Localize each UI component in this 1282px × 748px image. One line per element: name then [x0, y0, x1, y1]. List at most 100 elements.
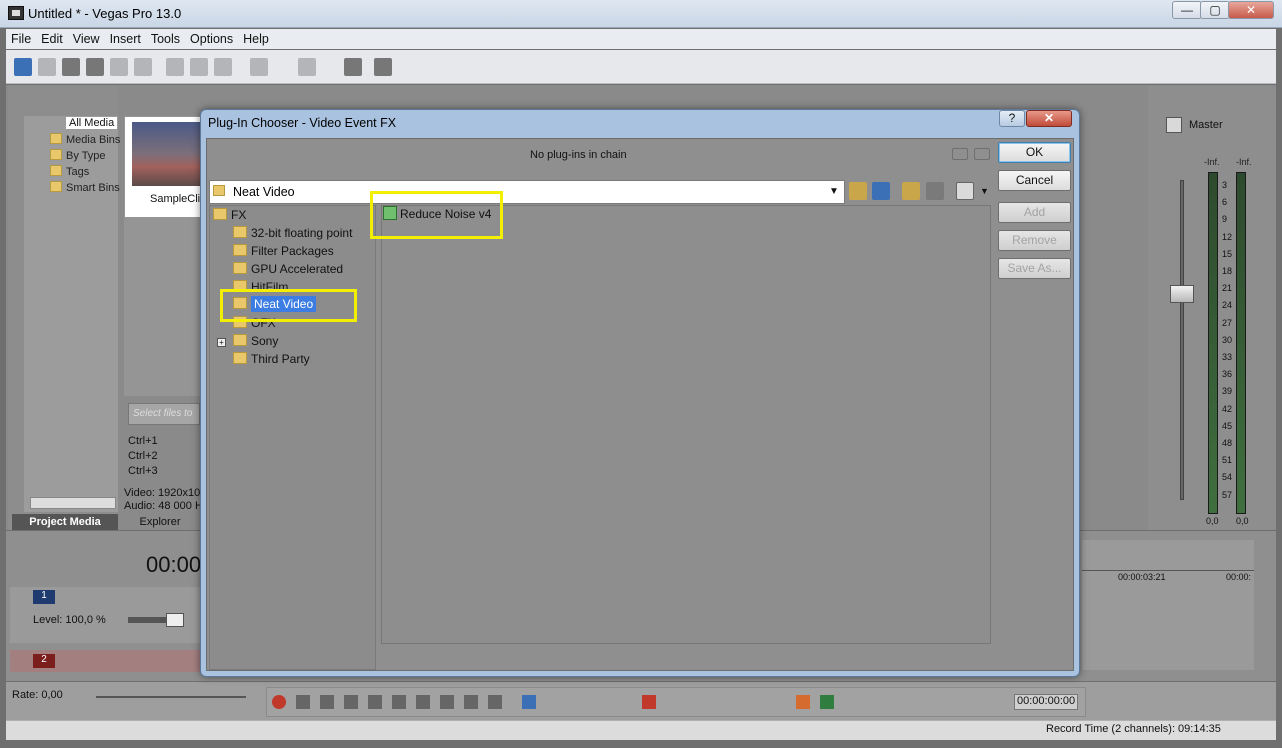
chain-move-right-icon[interactable] — [974, 148, 990, 160]
meter-tick-label: 21 — [1222, 283, 1233, 294]
undo-icon[interactable] — [250, 58, 268, 76]
folder-icon — [233, 352, 247, 364]
ok-button[interactable]: OK — [998, 142, 1071, 163]
shortcut-label: Ctrl+2 — [128, 450, 158, 462]
remove-button[interactable]: Remove — [998, 230, 1071, 251]
chevron-down-icon[interactable]: ▼ — [980, 186, 989, 196]
paste-icon[interactable] — [214, 58, 232, 76]
next-frame-icon[interactable] — [488, 695, 502, 709]
rate-slider[interactable] — [96, 696, 246, 698]
maximize-button[interactable]: ▢ — [1200, 1, 1230, 19]
meter-tick-label: 51 — [1222, 455, 1233, 466]
tree-item-fx[interactable]: FX — [213, 208, 246, 222]
media-tree-tags[interactable]: Tags — [50, 165, 89, 178]
stop-icon[interactable] — [392, 695, 406, 709]
folder-icon — [50, 165, 62, 176]
menu-tools[interactable]: Tools — [146, 29, 185, 49]
play-from-start-icon[interactable] — [320, 695, 334, 709]
folder-icon — [213, 185, 225, 196]
meter-tick-label: 12 — [1222, 231, 1233, 242]
dialog-close-button[interactable]: ✕ — [1026, 110, 1072, 127]
render-icon[interactable] — [110, 58, 128, 76]
minimize-button[interactable]: — — [1172, 1, 1202, 19]
cut-icon[interactable] — [166, 58, 184, 76]
tree-item-third-party[interactable]: Third Party — [233, 352, 310, 366]
view-icon[interactable] — [956, 182, 974, 200]
properties-icon[interactable] — [134, 58, 152, 76]
menu-file[interactable]: File — [6, 29, 36, 49]
copy-icon[interactable] — [190, 58, 208, 76]
normal-edit-tool-icon[interactable] — [522, 695, 536, 709]
meter-tick-label: 54 — [1222, 472, 1233, 483]
neat-video-highlight — [220, 289, 357, 322]
envelope-icon[interactable] — [344, 58, 362, 76]
master-bus-icon[interactable] — [1166, 117, 1182, 133]
horizontal-scrollbar[interactable] — [30, 497, 116, 509]
tree-item-filter-packages[interactable]: Filter Packages — [233, 244, 334, 258]
save-as-button[interactable]: Save As... — [998, 258, 1071, 279]
refresh-icon[interactable] — [872, 182, 890, 200]
media-tree-smart-bins[interactable]: Smart Bins — [50, 181, 120, 194]
play-icon[interactable] — [344, 695, 358, 709]
expand-icon[interactable]: + — [217, 338, 226, 347]
loop-icon[interactable] — [296, 695, 310, 709]
track-number: 2 — [33, 654, 55, 668]
peak-right: -Inf. — [1236, 157, 1252, 167]
meter-value-left: 0,0 — [1206, 516, 1219, 526]
media-search-input[interactable]: Select files to — [128, 403, 200, 425]
ruler-label: 00:00:03:21 — [1118, 572, 1166, 582]
tab-explorer[interactable]: Explorer — [120, 514, 200, 530]
cancel-button[interactable]: Cancel — [998, 170, 1071, 191]
new-folder-icon[interactable] — [902, 182, 920, 200]
folder-combo-box[interactable] — [209, 180, 845, 204]
meter-tick-label: 27 — [1222, 317, 1233, 328]
pause-icon[interactable] — [368, 695, 382, 709]
tree-item-32bit[interactable]: 32-bit floating point — [233, 226, 352, 240]
media-tree-bins[interactable]: Media Bins — [50, 133, 120, 146]
previous-frame-icon[interactable] — [464, 695, 478, 709]
tab-project-media[interactable]: Project Media — [12, 514, 118, 530]
meter-value-right: 0,0 — [1236, 516, 1249, 526]
save-icon[interactable] — [62, 58, 80, 76]
media-tree-by-type[interactable]: By Type — [50, 149, 106, 162]
whats-this-icon[interactable] — [374, 58, 392, 76]
delete-icon[interactable] — [642, 695, 656, 709]
meter-tick-label: 48 — [1222, 438, 1233, 448]
open-icon[interactable] — [38, 58, 56, 76]
menu-edit[interactable]: Edit — [36, 29, 68, 49]
up-folder-icon[interactable] — [849, 182, 867, 200]
tree-item-sony[interactable]: Sony — [233, 334, 278, 348]
shortcut-label: Ctrl+3 — [128, 465, 158, 477]
folder-icon — [50, 181, 62, 192]
meter-tick-label: 30 — [1222, 334, 1233, 345]
menu-view[interactable]: View — [68, 29, 105, 49]
dialog-help-button[interactable]: ? — [999, 110, 1025, 127]
window-close-button[interactable]: ✕ — [1228, 1, 1274, 19]
tree-item-label: Filter Packages — [251, 244, 334, 258]
master-fader-handle[interactable] — [1170, 285, 1194, 303]
track-level-knob[interactable] — [166, 613, 184, 627]
delete-icon[interactable] — [926, 182, 944, 200]
chain-move-left-icon[interactable] — [952, 148, 968, 160]
meter-tick-label: 57 — [1222, 489, 1233, 500]
save-as-icon[interactable] — [86, 58, 104, 76]
go-to-start-icon[interactable] — [416, 695, 430, 709]
folder-icon — [50, 149, 62, 160]
region-icon[interactable] — [820, 695, 834, 709]
menu-help[interactable]: Help — [238, 29, 274, 49]
menu-insert[interactable]: Insert — [105, 29, 146, 49]
meter-right — [1236, 172, 1246, 514]
record-time-status: Record Time (2 channels): 09:14:35 — [1046, 723, 1221, 735]
redo-icon[interactable] — [298, 58, 316, 76]
folder-combo-value: Neat Video — [233, 185, 295, 199]
menu-options[interactable]: Options — [185, 29, 238, 49]
record-icon[interactable] — [272, 695, 286, 709]
chevron-down-icon[interactable]: ▼ — [829, 186, 839, 197]
marker-icon[interactable] — [796, 695, 810, 709]
add-button[interactable]: Add — [998, 202, 1071, 223]
timeline-tracks-view — [1082, 540, 1254, 670]
new-icon[interactable] — [14, 58, 32, 76]
tree-item-gpu-accelerated[interactable]: GPU Accelerated — [233, 262, 343, 276]
media-tree-all-media[interactable]: All Media — [66, 117, 118, 129]
go-to-end-icon[interactable] — [440, 695, 454, 709]
